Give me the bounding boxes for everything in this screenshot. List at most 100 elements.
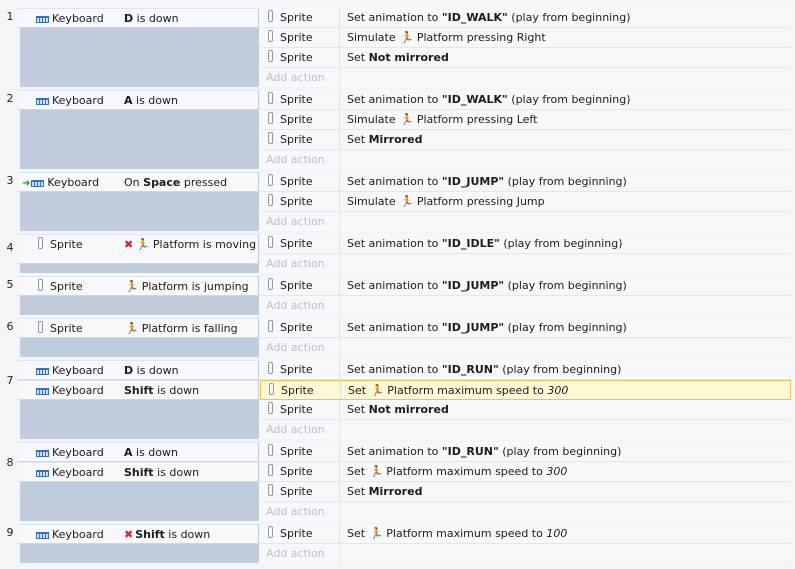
action-row[interactable]: Sprite Set animation to "ID_JUMP" (play f… <box>260 172 791 192</box>
add-action-label[interactable]: Add action <box>266 257 325 270</box>
action-row[interactable]: Sprite Set animation to "ID_IDLE" (play f… <box>260 234 791 254</box>
condition-object[interactable]: Sprite <box>38 235 106 254</box>
add-action-link[interactable]: Add action <box>260 296 791 316</box>
action-object[interactable]: Sprite <box>268 482 313 501</box>
add-action-label[interactable]: Add action <box>266 505 325 518</box>
add-action-link[interactable]: Add action <box>260 150 791 170</box>
action-object[interactable]: Sprite <box>268 90 313 109</box>
condition-row[interactable]: Keyboard ✖ Shift is down <box>18 524 258 544</box>
action-row[interactable]: Sprite Simulate 🏃 Platform pressing Right <box>260 28 791 48</box>
condition-row[interactable]: Keyboard Shift is down <box>18 380 258 400</box>
add-action-link[interactable]: Add action <box>260 338 791 358</box>
action-text[interactable]: Set animation to "ID_JUMP" (play from be… <box>347 276 627 295</box>
add-action-link[interactable]: Add action <box>260 502 791 522</box>
add-action-label[interactable]: Add action <box>266 341 325 354</box>
action-object[interactable]: Sprite <box>268 8 313 27</box>
condition-text[interactable]: A is down <box>124 91 258 110</box>
add-action-label[interactable]: Add action <box>266 423 325 436</box>
action-text[interactable]: Set Mirrored <box>347 130 422 149</box>
condition-text[interactable]: Shift is down <box>124 463 258 482</box>
action-object[interactable]: Sprite <box>268 360 313 379</box>
action-object[interactable]: Sprite <box>268 524 313 543</box>
action-text[interactable]: Set animation to "ID_RUN" (play from beg… <box>347 442 621 461</box>
event-number[interactable]: 6 <box>0 320 20 333</box>
condition-text[interactable]: 🏃 Platform is jumping <box>124 277 258 296</box>
action-row[interactable]: Sprite Set animation to "ID_RUN" (play fr… <box>260 442 791 462</box>
condition-object[interactable]: ➜ Keyboard <box>22 173 99 193</box>
condition-object[interactable]: Sprite <box>38 319 106 338</box>
action-text[interactable]: Set 🏃 Platform maximum speed to 300 <box>347 462 567 481</box>
condition-row[interactable]: Keyboard Shift is down <box>18 462 258 482</box>
condition-object[interactable]: Keyboard <box>36 463 104 482</box>
action-text[interactable]: Set Mirrored <box>347 482 422 501</box>
action-row[interactable]: Sprite Simulate 🏃 Platform pressing Jump <box>260 192 791 212</box>
action-row[interactable]: Sprite Set animation to "ID_WALK" (play f… <box>260 90 791 110</box>
action-text[interactable]: Set animation to "ID_WALK" (play from be… <box>347 90 630 109</box>
add-action-link[interactable]: Add action <box>260 420 791 440</box>
action-object[interactable]: Sprite <box>268 400 313 419</box>
condition-text[interactable]: ✖ 🏃 Platform is moving <box>124 235 258 251</box>
condition-row[interactable]: ➜ Keyboard On Space pressed <box>18 172 258 192</box>
add-action-link[interactable]: Add action <box>260 544 791 564</box>
action-object[interactable]: Sprite <box>268 130 313 149</box>
event-number[interactable]: 8 <box>0 456 20 469</box>
action-row[interactable]: Sprite Set animation to "ID_JUMP" (play f… <box>260 276 791 296</box>
condition-row[interactable]: Keyboard A is down <box>18 442 258 462</box>
action-text[interactable]: Set animation to "ID_WALK" (play from be… <box>347 8 630 27</box>
action-row[interactable]: Sprite Set animation to "ID_RUN" (play fr… <box>260 360 791 380</box>
action-row[interactable]: Sprite Set 🏃 Platform maximum speed to 300 <box>260 462 791 482</box>
action-text[interactable]: Set Not mirrored <box>347 400 449 419</box>
action-row[interactable]: Sprite Simulate 🏃 Platform pressing Left <box>260 110 791 130</box>
event-number[interactable]: 4 <box>0 241 20 254</box>
action-row[interactable]: Sprite Set 🏃 Platform maximum speed to 300 <box>260 380 791 400</box>
add-action-link[interactable]: Add action <box>260 212 791 232</box>
condition-text[interactable]: D is down <box>124 361 258 380</box>
condition-text[interactable]: On Space pressed <box>124 173 258 192</box>
action-object[interactable]: Sprite <box>268 192 313 211</box>
event-number[interactable]: 9 <box>0 526 20 539</box>
action-text[interactable]: Simulate 🏃 Platform pressing Jump <box>347 192 545 211</box>
condition-row[interactable]: Sprite 🏃 Platform is jumping <box>18 276 258 296</box>
condition-row[interactable]: Sprite ✖ 🏃 Platform is moving <box>18 234 258 264</box>
event-number[interactable]: 1 <box>0 10 20 23</box>
action-row[interactable]: Sprite Set animation to "ID_WALK" (play f… <box>260 8 791 28</box>
add-action-label[interactable]: Add action <box>266 215 325 228</box>
add-action-label[interactable]: Add action <box>266 71 325 84</box>
condition-object[interactable]: Keyboard <box>36 381 104 400</box>
action-text[interactable]: Simulate 🏃 Platform pressing Right <box>347 28 546 47</box>
action-object[interactable]: Sprite <box>268 318 313 337</box>
action-text[interactable]: Set animation to "ID_RUN" (play from beg… <box>347 360 621 379</box>
action-row[interactable]: Sprite Set Not mirrored <box>260 400 791 420</box>
add-action-link[interactable]: Add action <box>260 254 791 274</box>
condition-text[interactable]: Shift is down <box>124 381 258 400</box>
condition-object[interactable]: Keyboard <box>36 443 104 462</box>
action-text[interactable]: Set animation to "ID_IDLE" (play from be… <box>347 234 623 253</box>
action-object[interactable]: Sprite <box>268 48 313 67</box>
condition-object[interactable]: Sprite <box>38 277 106 296</box>
condition-row[interactable]: Keyboard D is down <box>18 360 258 380</box>
action-object[interactable]: Sprite <box>268 276 313 295</box>
condition-text[interactable]: ✖ Shift is down <box>124 525 258 544</box>
action-row[interactable]: Sprite Set Mirrored <box>260 482 791 502</box>
action-object[interactable]: Sprite <box>268 234 313 253</box>
event-number[interactable]: 3 <box>0 174 20 187</box>
action-object[interactable]: Sprite <box>269 381 314 400</box>
action-text[interactable]: Set 🏃 Platform maximum speed to 100 <box>347 524 567 543</box>
action-text[interactable]: Set animation to "ID_JUMP" (play from be… <box>347 172 627 191</box>
action-object[interactable]: Sprite <box>268 28 313 47</box>
action-text[interactable]: Set animation to "ID_JUMP" (play from be… <box>347 318 627 337</box>
condition-object[interactable]: Keyboard <box>36 525 104 544</box>
condition-object[interactable]: Keyboard <box>36 361 104 380</box>
condition-object[interactable]: Keyboard <box>36 9 104 28</box>
event-number[interactable]: 2 <box>0 92 20 105</box>
event-number[interactable]: 5 <box>0 278 20 291</box>
action-row[interactable]: Sprite Set Not mirrored <box>260 48 791 68</box>
add-action-label[interactable]: Add action <box>266 153 325 166</box>
action-row[interactable]: Sprite Set 🏃 Platform maximum speed to 100 <box>260 524 791 544</box>
action-object[interactable]: Sprite <box>268 462 313 481</box>
condition-text[interactable]: D is down <box>124 9 258 28</box>
action-text[interactable]: Set 🏃 Platform maximum speed to 300 <box>348 381 568 400</box>
action-text[interactable]: Set Not mirrored <box>347 48 449 67</box>
condition-object[interactable]: Keyboard <box>36 91 104 110</box>
condition-row[interactable]: Keyboard A is down <box>18 90 258 110</box>
